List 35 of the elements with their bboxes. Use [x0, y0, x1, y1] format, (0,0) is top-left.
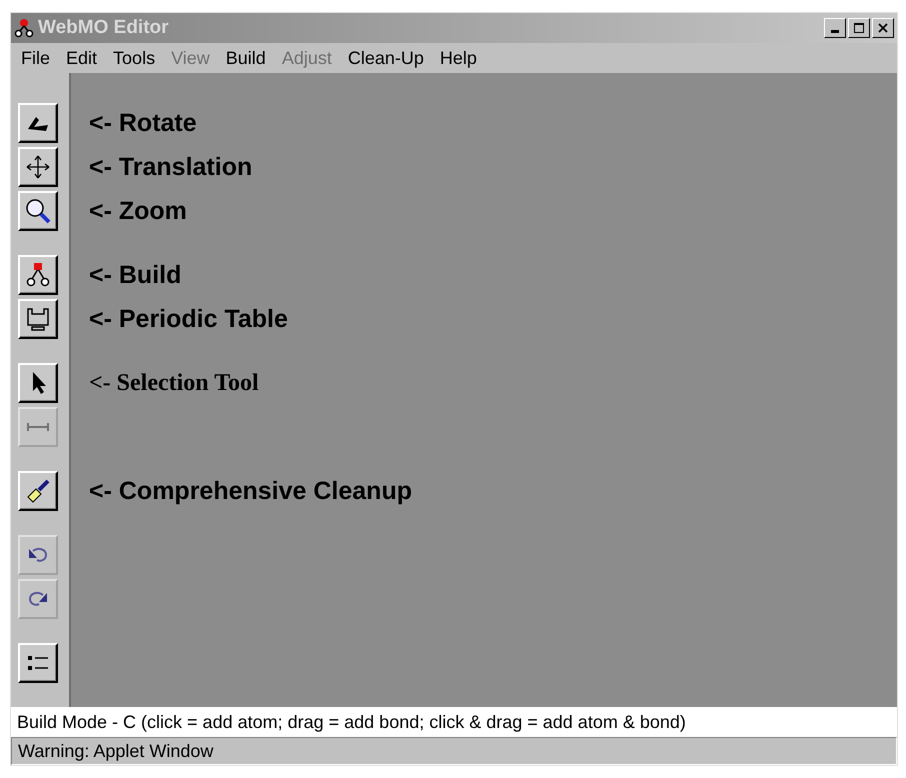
- rotate-button[interactable]: [18, 103, 58, 143]
- tool-annotation: <- Translation: [88, 152, 254, 182]
- menu-item[interactable]: File: [13, 48, 58, 68]
- maximize-icon: [854, 23, 864, 33]
- build-button[interactable]: [18, 255, 58, 295]
- tool-annotation: <- Build: [88, 260, 182, 290]
- maximize-button[interactable]: [848, 18, 870, 38]
- molecule-icon: [24, 261, 52, 289]
- menu-item[interactable]: Clean-Up: [340, 48, 432, 68]
- tool-annotation: <- Selection Tool: [88, 370, 260, 396]
- magnifier-icon: [24, 197, 52, 225]
- menu-item[interactable]: Build: [218, 48, 274, 68]
- tool-annotation: <- Comprehensive Cleanup: [88, 476, 413, 506]
- status-bar: Build Mode - C (click = add atom; drag = add bond; click & drag = add atom & bond): [11, 707, 897, 737]
- molecule-icon: [14, 18, 34, 38]
- window-title: WebMO Editor: [38, 17, 169, 39]
- warning-bar: Warning: Applet Window: [11, 737, 897, 765]
- list-button[interactable]: [18, 643, 58, 683]
- close-button[interactable]: [872, 18, 894, 38]
- minimize-button[interactable]: [824, 18, 846, 38]
- menu-item[interactable]: Tools: [105, 48, 164, 68]
- menu-item[interactable]: Help: [432, 48, 485, 68]
- translate-button[interactable]: [18, 147, 58, 187]
- tool-annotation: <- Rotate: [88, 108, 198, 138]
- menu-item[interactable]: Edit: [58, 48, 106, 68]
- tool-annotation: <- Zoom: [88, 196, 188, 226]
- ruler-icon: [27, 422, 49, 432]
- periodic-table-button[interactable]: [18, 299, 58, 339]
- close-icon: [878, 23, 888, 33]
- move-arrows-icon: [24, 153, 52, 181]
- zoom-button[interactable]: [18, 191, 58, 231]
- select-button[interactable]: [18, 363, 58, 403]
- cleanup-button[interactable]: [18, 471, 58, 511]
- tool-annotation: <- Periodic Table: [88, 304, 289, 334]
- minimize-icon: [831, 30, 839, 32]
